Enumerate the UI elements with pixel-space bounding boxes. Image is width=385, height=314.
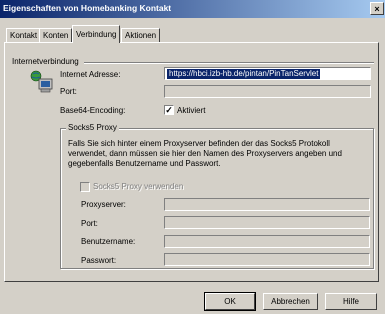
base64-checkbox-label: Aktiviert: [177, 106, 206, 115]
proxy-port-label: Port:: [81, 219, 98, 228]
proxy-port-input[interactable]: [164, 216, 370, 229]
network-computer-icon: [30, 70, 54, 94]
tab-aktionen[interactable]: Aktionen: [121, 28, 161, 42]
cancel-button[interactable]: Abbrechen: [263, 293, 318, 310]
use-proxy-label: Socks5 Proxy verwenden: [93, 182, 184, 191]
tab-verbindung[interactable]: Verbindung: [72, 25, 121, 43]
base64-checkbox[interactable]: ✓: [164, 105, 174, 115]
properties-dialog: Eigenschaften von Homebanking Kontakt × …: [0, 0, 385, 314]
address-value: https://hbci.izb-hb.de/pintan/PinTanServ…: [167, 69, 321, 79]
internet-group-divider: [84, 62, 374, 63]
socks-group-label: Socks5 Proxy: [66, 123, 119, 133]
base64-label: Base64-Encoding:: [60, 106, 126, 115]
username-input[interactable]: [164, 235, 370, 248]
internet-group-label: Internetverbindung: [12, 57, 79, 66]
tab-konten[interactable]: Konten: [39, 28, 73, 42]
socks-description: Falls Sie sich hinter einem Proxyserver …: [68, 139, 342, 168]
password-input[interactable]: [164, 253, 370, 266]
window-title: Eigenschaften von Homebanking Kontakt: [3, 3, 172, 13]
address-label: Internet Adresse:: [60, 70, 121, 79]
port-input[interactable]: [164, 85, 371, 98]
username-label: Benutzername:: [81, 237, 136, 246]
close-button[interactable]: ×: [370, 2, 384, 15]
ok-button[interactable]: OK: [204, 292, 256, 311]
proxyserver-input[interactable]: [164, 198, 370, 211]
proxyserver-label: Proxyserver:: [81, 200, 126, 209]
address-input[interactable]: https://hbci.izb-hb.de/pintan/PinTanServ…: [164, 67, 371, 80]
help-button[interactable]: Hilfe: [325, 293, 377, 310]
tab-kontakt[interactable]: Kontakt: [6, 28, 42, 42]
use-proxy-checkbox[interactable]: [80, 182, 90, 192]
password-label: Passwort:: [81, 256, 117, 265]
title-bar[interactable]: Eigenschaften von Homebanking Kontakt ×: [0, 0, 385, 18]
port-label: Port:: [60, 87, 77, 96]
